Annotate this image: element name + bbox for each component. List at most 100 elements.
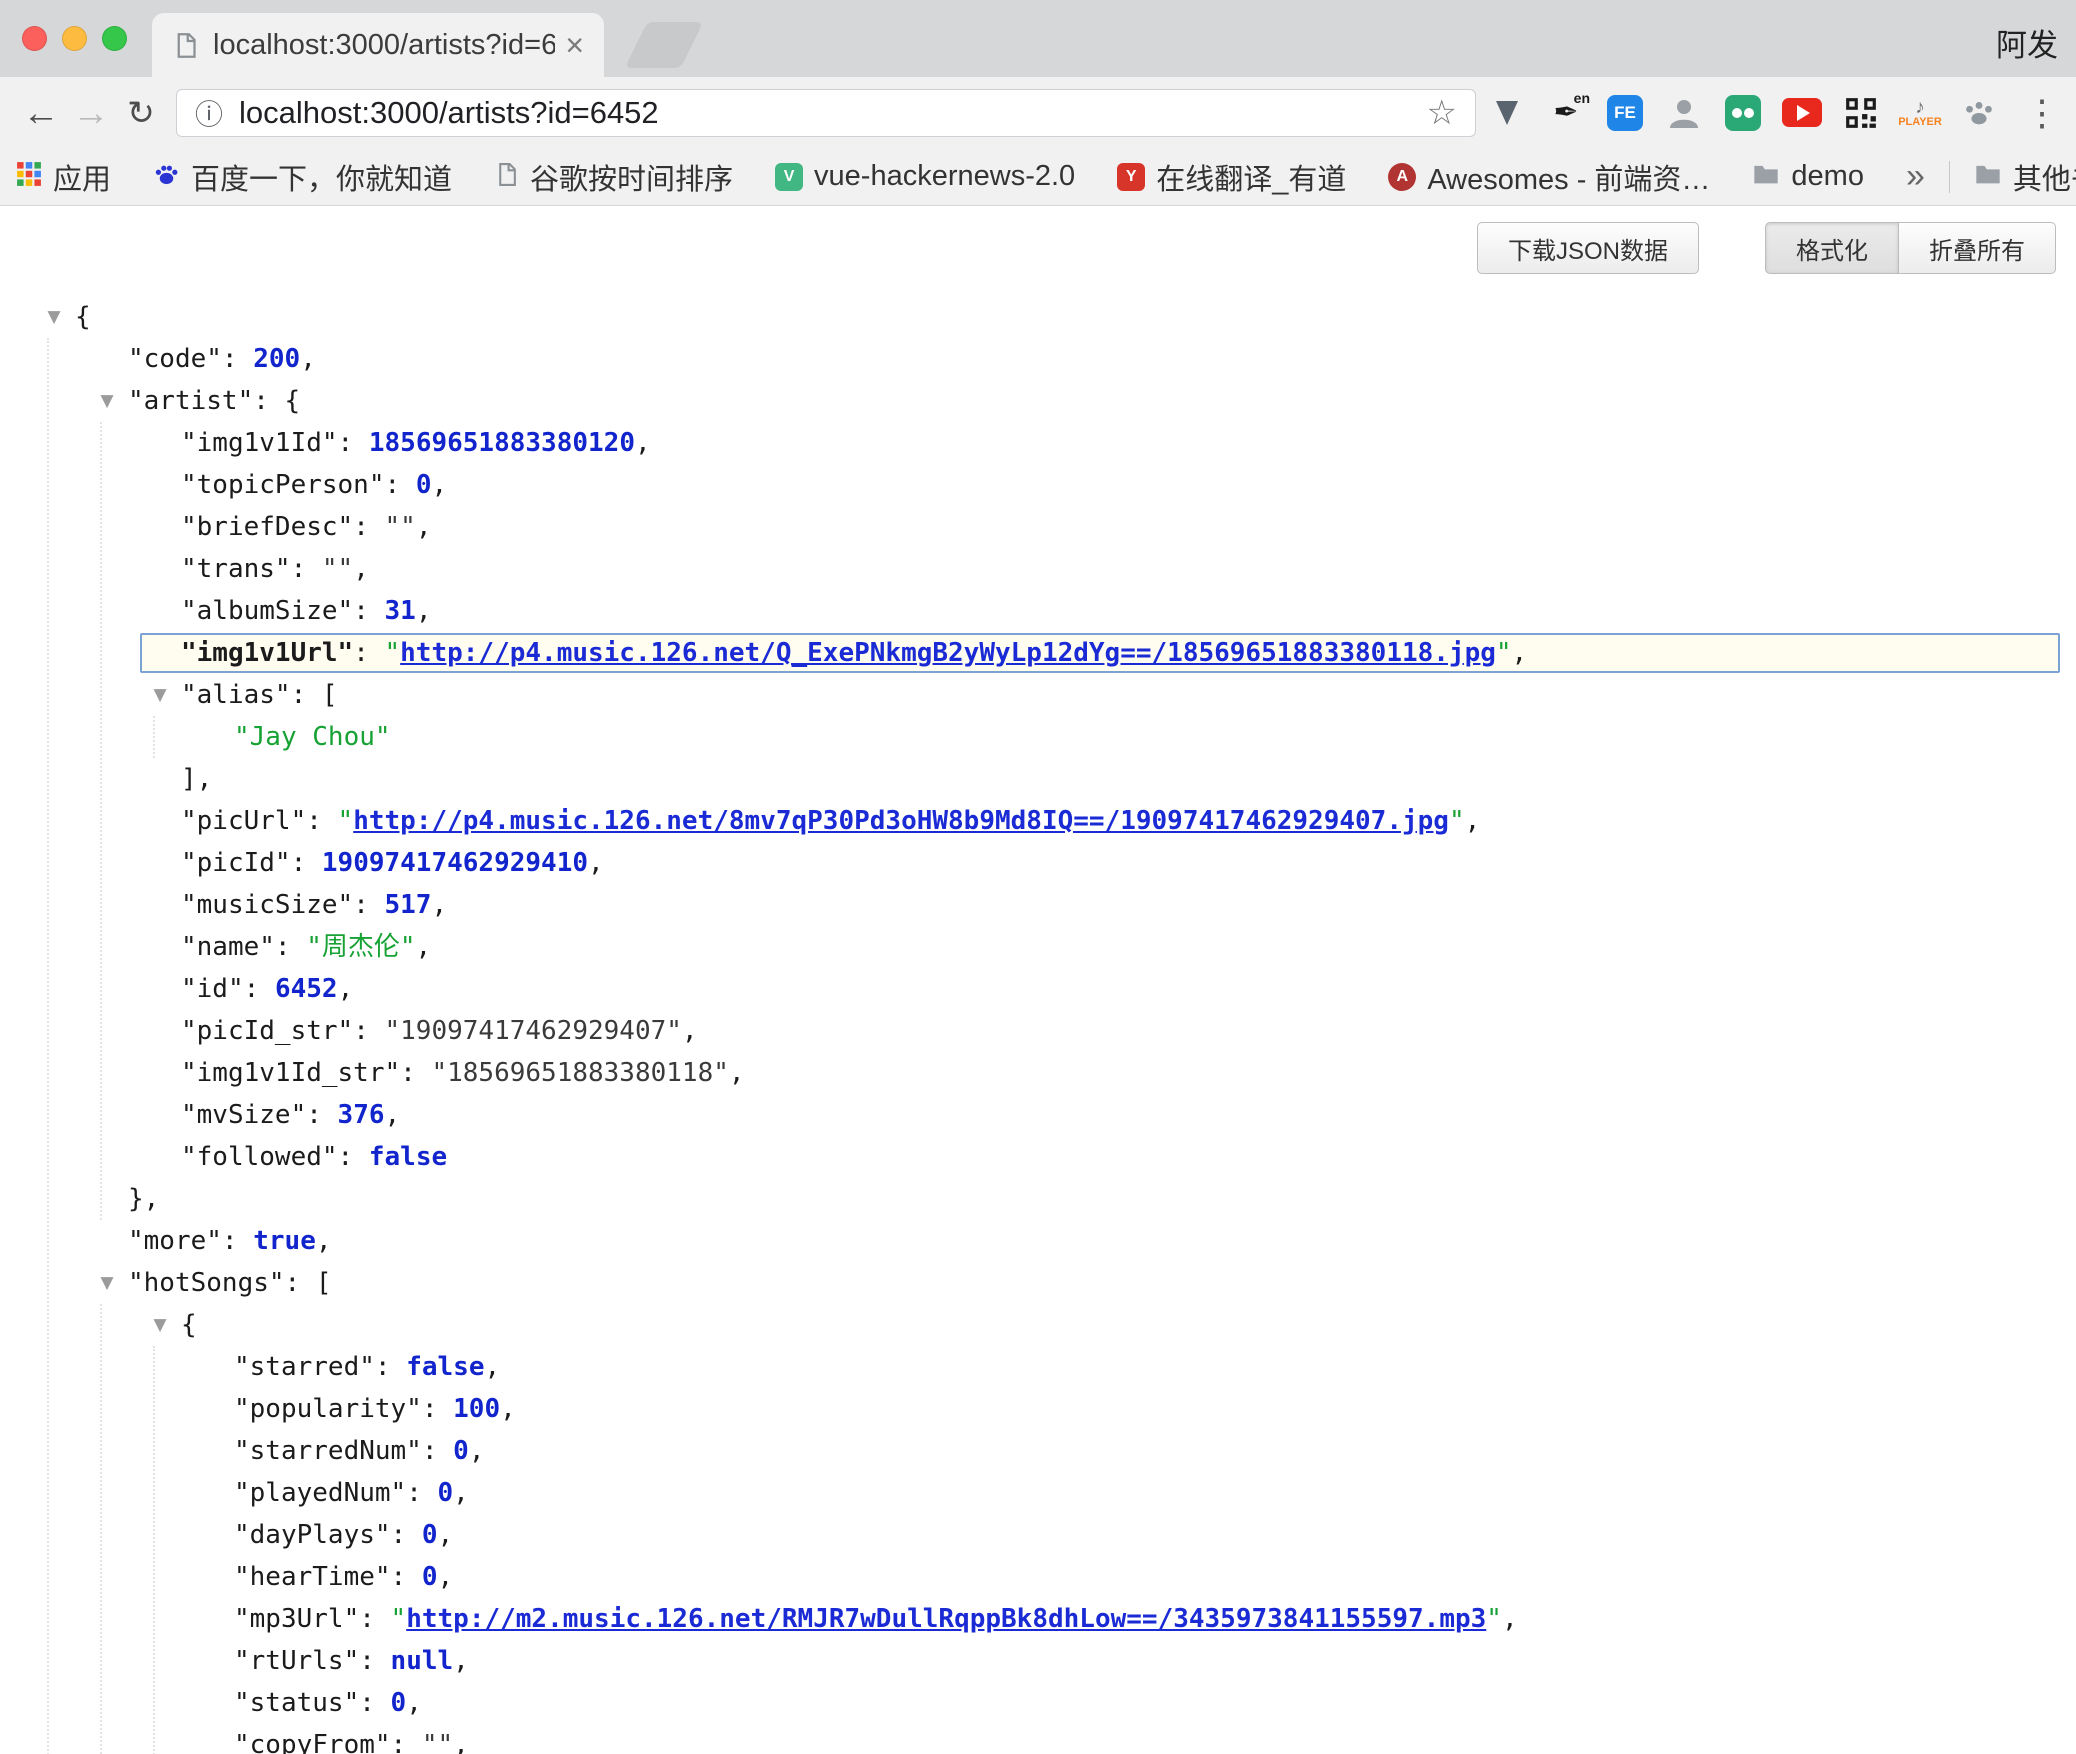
- bookmark-baidu[interactable]: 百度一下，你就知道: [153, 156, 452, 198]
- bookmark-label: 谷歌按时间排序: [530, 156, 733, 198]
- new-tab-button[interactable]: [625, 22, 703, 68]
- json-literal-value: true: [253, 1226, 316, 1256]
- json-key: "name": [181, 932, 275, 962]
- json-url-link[interactable]: http://p4.music.126.net/Q_ExePNkmgB2yWyL…: [400, 638, 1496, 668]
- json-literal-value: false: [406, 1352, 484, 1382]
- page-info-icon[interactable]: ⓘ: [195, 93, 223, 133]
- json-line: "more": true,: [0, 1220, 2076, 1262]
- json-punctuation: ,: [1502, 1604, 1518, 1634]
- json-key: "copyFrom": [234, 1730, 391, 1754]
- fe-icon: FE: [1607, 95, 1643, 131]
- json-url-link[interactable]: http://p4.music.126.net/8mv7qP30Pd3oHW8b…: [353, 806, 1449, 836]
- bookmark-youdao-translate[interactable]: Y 在线翻译_有道: [1117, 156, 1346, 198]
- bookmarks-divider: [1949, 161, 1950, 193]
- folder-icon: [1752, 160, 1780, 193]
- bookmark-vue-hackernews[interactable]: V vue-hackernews-2.0: [775, 160, 1075, 193]
- json-key: "code": [128, 344, 222, 374]
- json-punctuation: :: [353, 890, 384, 920]
- collapse-toggle-icon[interactable]: ▼: [145, 1304, 175, 1346]
- collapse-toggle-icon[interactable]: ▼: [92, 1262, 122, 1304]
- collapse-all-button[interactable]: 折叠所有: [1898, 222, 2056, 274]
- collapse-toggle-icon[interactable]: ▼: [39, 296, 69, 338]
- bookmark-demo-folder[interactable]: demo: [1752, 160, 1864, 193]
- browser-menu-icon[interactable]: ⋮: [2024, 92, 2060, 134]
- json-punctuation: :: [353, 512, 384, 542]
- download-json-button[interactable]: 下载JSON数据: [1477, 222, 1699, 274]
- fullscreen-window-button[interactable]: [102, 26, 127, 51]
- json-number-value: 19097417462929410: [322, 848, 588, 878]
- json-key: "playedNum": [234, 1478, 406, 1508]
- json-number-value: 376: [338, 1100, 385, 1130]
- json-url-link[interactable]: http://m2.music.126.net/RMJR7wDullRqppBk…: [406, 1604, 1486, 1634]
- forward-button[interactable]: →: [66, 94, 116, 131]
- minimize-window-button[interactable]: [62, 26, 87, 51]
- format-button[interactable]: 格式化: [1765, 222, 1899, 274]
- reload-button[interactable]: ↻: [116, 96, 166, 129]
- bookmarks-bar: 应用 百度一下，你就知道 谷歌按时间排序 V vue-hackernews-2.…: [0, 148, 2076, 206]
- json-punctuation: ,: [438, 1562, 454, 1592]
- profile-name[interactable]: 阿发: [1996, 20, 2058, 65]
- json-key: "img1v1Id": [181, 428, 338, 458]
- green-monkey-extension-icon[interactable]: [1723, 93, 1763, 133]
- json-line: ▼"hotSongs": [: [0, 1262, 2076, 1304]
- bookmarks-overflow-chevron[interactable]: »: [1906, 157, 1925, 196]
- bookmark-label: Awesomes - 前端资…: [1427, 156, 1710, 198]
- bookmark-google-sort[interactable]: 谷歌按时间排序: [494, 156, 733, 198]
- json-punctuation: :: [359, 1604, 390, 1634]
- paw-extension-icon[interactable]: [1959, 93, 1999, 133]
- collapse-toggle-icon[interactable]: ▼: [145, 674, 175, 716]
- person-extension-icon[interactable]: [1664, 93, 1704, 133]
- json-string-value: "": [322, 554, 353, 584]
- flag-extension-icon[interactable]: [1487, 93, 1527, 133]
- bookmark-apps[interactable]: 应用: [16, 156, 111, 198]
- browser-tab[interactable]: localhost:3000/artists?id=645 ×: [152, 13, 604, 77]
- json-punctuation: },: [128, 1184, 159, 1214]
- json-key: "picUrl": [181, 806, 306, 836]
- json-punctuation: :: [400, 1058, 431, 1088]
- json-literal-value: null: [391, 1646, 454, 1676]
- json-line: "img1v1Id": 18569651883380120,: [0, 422, 2076, 464]
- json-key: "starredNum": [234, 1436, 422, 1466]
- json-key: "picId": [181, 848, 291, 878]
- qr-code-extension-icon[interactable]: [1841, 93, 1881, 133]
- json-number-value: 0: [422, 1562, 438, 1592]
- json-line: "picUrl": "http://p4.music.126.net/8mv7q…: [0, 800, 2076, 842]
- address-bar[interactable]: ⓘ localhost:3000/artists?id=6452 ☆: [176, 89, 1476, 137]
- json-key: "musicSize": [181, 890, 353, 920]
- json-punctuation: :: [391, 1520, 422, 1550]
- apps-grid-icon: [16, 161, 42, 192]
- json-punctuation: ,: [353, 554, 369, 584]
- address-url[interactable]: localhost:3000/artists?id=6452: [239, 95, 659, 131]
- green-square-icon: [1725, 95, 1761, 131]
- youtube-extension-icon[interactable]: [1782, 93, 1822, 133]
- bookmark-star-icon[interactable]: ☆: [1427, 93, 1457, 133]
- json-key: "mvSize": [181, 1100, 306, 1130]
- collapse-toggle-icon[interactable]: ▼: [92, 380, 122, 422]
- close-window-button[interactable]: [22, 26, 47, 51]
- pen-translate-extension-icon[interactable]: ✒ en: [1546, 93, 1586, 133]
- json-punctuation: {: [181, 1310, 197, 1340]
- json-punctuation: :: [406, 1478, 437, 1508]
- json-key: "more": [128, 1226, 222, 1256]
- json-line: "playedNum": 0,: [0, 1472, 2076, 1514]
- json-punctuation: ,: [588, 848, 604, 878]
- bookmark-awesomes[interactable]: A Awesomes - 前端资…: [1388, 156, 1710, 198]
- json-punctuation: ],: [181, 764, 212, 794]
- json-punctuation: ,: [416, 512, 432, 542]
- indent-guide: [153, 716, 155, 758]
- json-line: "dayPlays": 0,: [0, 1514, 2076, 1556]
- json-line: "id": 6452,: [0, 968, 2076, 1010]
- json-punctuation: :: [291, 680, 322, 710]
- json-line: "trans": "",: [0, 548, 2076, 590]
- json-key: "hotSongs": [128, 1268, 285, 1298]
- json-number-value: 0: [416, 470, 432, 500]
- back-button[interactable]: ←: [16, 94, 66, 131]
- tab-close-icon[interactable]: ×: [565, 29, 584, 61]
- json-string-value: ": [385, 638, 401, 668]
- json-line: "musicSize": 517,: [0, 884, 2076, 926]
- fehelper-extension-icon[interactable]: FE: [1605, 93, 1645, 133]
- json-string-value: ": [1449, 806, 1465, 836]
- music-player-extension-icon[interactable]: ♪ PLAYER: [1900, 93, 1940, 133]
- other-bookmarks-folder[interactable]: 其他书签: [1974, 156, 2076, 198]
- json-line: },: [0, 1178, 2076, 1220]
